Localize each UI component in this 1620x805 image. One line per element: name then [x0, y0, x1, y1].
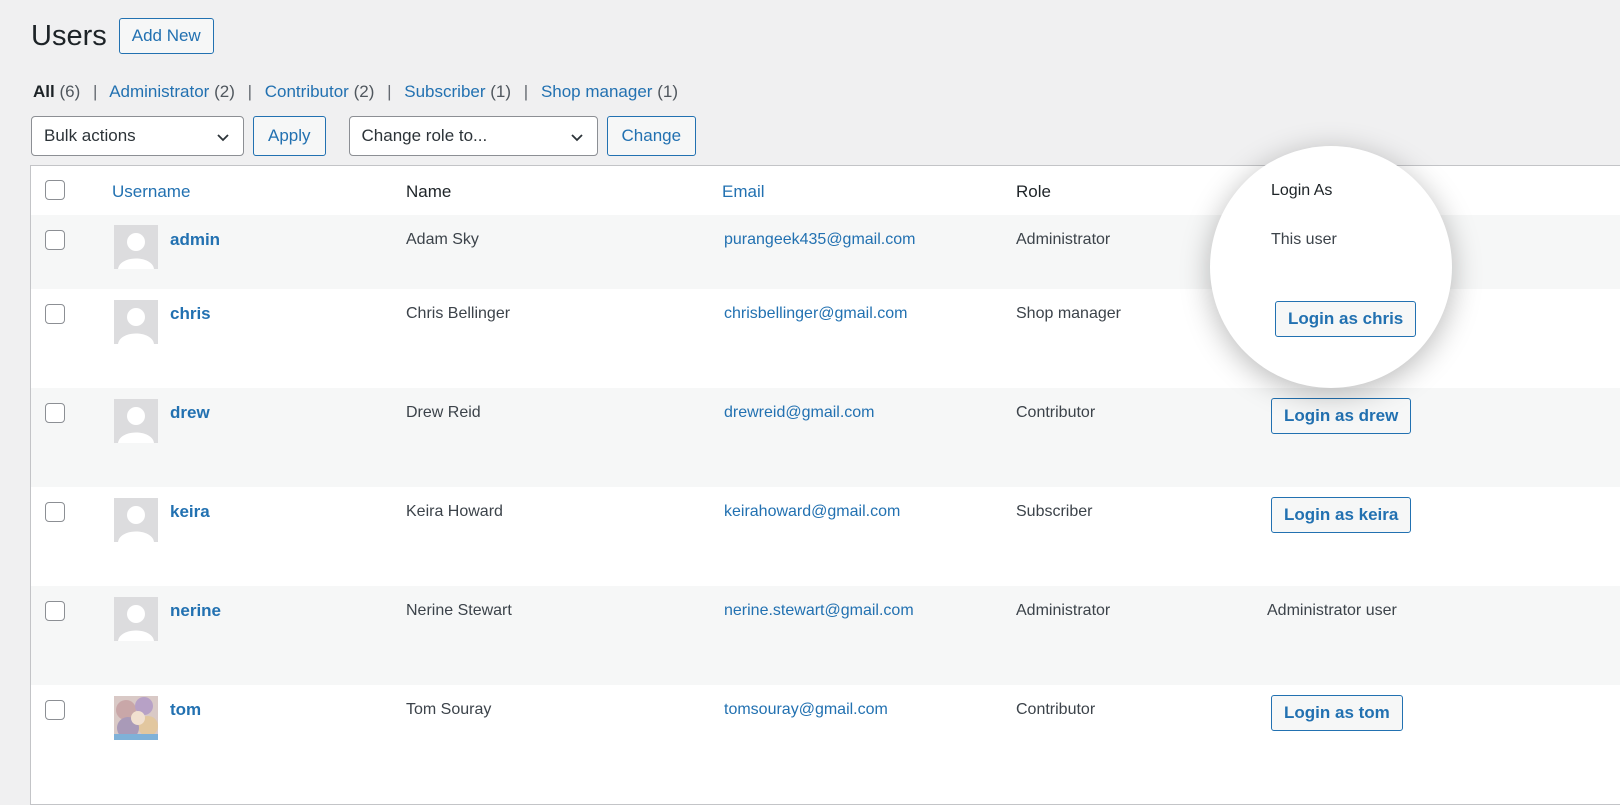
apply-button[interactable]: Apply — [253, 116, 326, 156]
login-as-tom-button[interactable]: Login as tom — [1271, 695, 1403, 731]
filter-contributor-count: (2) — [353, 82, 375, 101]
role-filters: All (6) | Administrator (2) | Contributo… — [33, 82, 678, 102]
user-role: Subscriber — [1016, 503, 1093, 520]
filter-contributor[interactable]: Contributor — [265, 82, 349, 101]
avatar — [114, 597, 158, 641]
filter-subscriber[interactable]: Subscriber — [404, 82, 485, 101]
column-username[interactable]: Username — [112, 182, 190, 202]
user-role: Contributor — [1016, 701, 1096, 718]
row-checkbox[interactable] — [45, 601, 65, 621]
filter-separator: | — [247, 82, 253, 101]
filter-shop-manager-count: (1) — [657, 82, 678, 101]
login-as-text: This user — [1271, 231, 1337, 248]
filter-all[interactable]: All — [33, 82, 55, 101]
bulk-actions-select[interactable]: Bulk actions — [31, 116, 244, 156]
user-name: Drew Reid — [406, 404, 481, 421]
user-role: Administrator — [1016, 602, 1111, 619]
user-email[interactable]: chrisbellinger@gmail.com — [724, 305, 907, 323]
avatar — [114, 300, 158, 344]
row-checkbox[interactable] — [45, 502, 65, 522]
user-role: Contributor — [1016, 404, 1096, 421]
column-role: Role — [1016, 182, 1051, 201]
user-email[interactable]: drewreid@gmail.com — [724, 404, 875, 422]
change-role-select[interactable]: Change role to... — [348, 116, 598, 156]
table-row: tom Tom Souray tomsouray@gmail.com Contr… — [31, 685, 1620, 784]
user-role: Shop manager — [1016, 305, 1121, 322]
row-checkbox[interactable] — [45, 700, 65, 720]
users-table: Username Name Email Role Login As admin … — [30, 165, 1620, 805]
filter-shop-manager[interactable]: Shop manager — [541, 82, 653, 101]
user-email[interactable]: keirahoward@gmail.com — [724, 503, 900, 521]
filter-administrator[interactable]: Administrator — [109, 82, 209, 101]
filter-administrator-count: (2) — [214, 82, 235, 101]
username-link[interactable]: admin — [170, 230, 220, 250]
row-checkbox[interactable] — [45, 230, 65, 250]
column-name: Name — [406, 182, 452, 201]
username-link[interactable]: chris — [170, 304, 211, 324]
select-all-checkbox[interactable] — [45, 180, 65, 200]
avatar — [114, 225, 158, 269]
chevron-down-icon — [570, 134, 583, 142]
filter-subscriber-count: (1) — [490, 82, 512, 101]
login-as-chris-button[interactable]: Login as chris — [1275, 301, 1417, 337]
title-row: Users Add New — [31, 18, 214, 54]
avatar — [114, 399, 158, 443]
filter-all-count: (6) — [59, 82, 81, 101]
username-link[interactable]: nerine — [170, 601, 221, 621]
user-email[interactable]: nerine.stewart@gmail.com — [724, 602, 914, 620]
page-title: Users — [31, 19, 107, 52]
avatar — [114, 498, 158, 542]
user-name: Nerine Stewart — [406, 602, 512, 619]
filter-separator: | — [92, 82, 98, 101]
username-link[interactable]: tom — [170, 700, 201, 720]
user-role: Administrator — [1016, 231, 1111, 248]
user-email[interactable]: purangeek435@gmail.com — [724, 231, 915, 249]
change-role-button[interactable]: Change — [606, 116, 697, 156]
column-login-as: Login As — [1271, 182, 1333, 199]
add-new-button[interactable]: Add New — [118, 18, 214, 54]
user-name: Keira Howard — [406, 503, 503, 520]
login-as-drew-button[interactable]: Login as drew — [1271, 398, 1412, 434]
user-name: Adam Sky — [406, 231, 479, 248]
login-as-text: Administrator user — [1267, 602, 1397, 619]
filter-separator: | — [523, 82, 529, 101]
table-header: Username Name Email Role Login As — [31, 166, 1620, 216]
user-name: Tom Souray — [406, 701, 492, 718]
filter-separator: | — [387, 82, 392, 101]
username-link[interactable]: keira — [170, 502, 210, 522]
avatar — [114, 696, 158, 740]
table-row: drew Drew Reid drewreid@gmail.com Contri… — [31, 388, 1620, 487]
login-as-keira-button[interactable]: Login as keira — [1271, 497, 1412, 533]
bulk-actions-value: Bulk actions — [44, 126, 136, 145]
tablenav-top: Bulk actions Apply Change role to... Cha… — [31, 116, 697, 156]
table-row: nerine Nerine Stewart nerine.stewart@gma… — [31, 586, 1620, 685]
username-link[interactable]: drew — [170, 403, 210, 423]
table-row: admin Adam Sky purangeek435@gmail.com Ad… — [31, 215, 1620, 289]
row-checkbox[interactable] — [45, 304, 65, 324]
table-row: keira Keira Howard keirahoward@gmail.com… — [31, 487, 1620, 586]
user-email[interactable]: tomsouray@gmail.com — [724, 701, 888, 719]
row-checkbox[interactable] — [45, 403, 65, 423]
chevron-down-icon — [217, 134, 229, 142]
column-email[interactable]: Email — [722, 182, 765, 202]
user-name: Chris Bellinger — [406, 305, 511, 322]
change-role-value: Change role to... — [361, 126, 488, 145]
